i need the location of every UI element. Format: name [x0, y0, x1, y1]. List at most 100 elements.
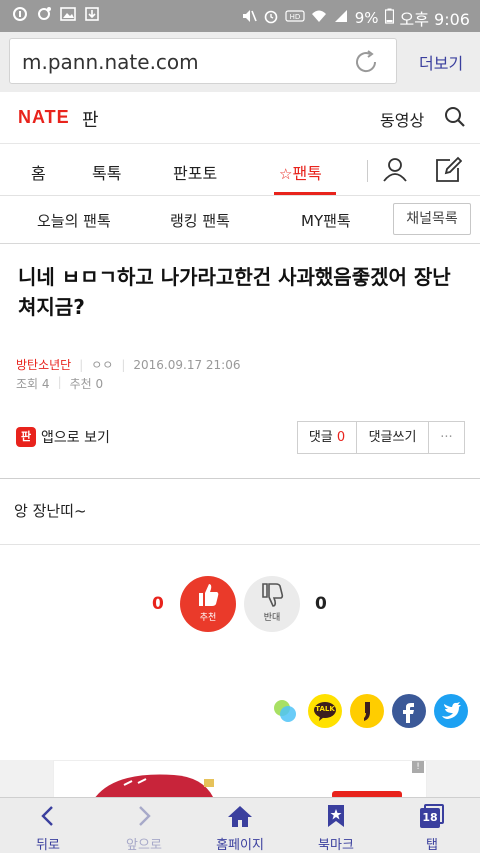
app-view-label: 앱으로 보기	[41, 430, 110, 446]
tab-pantok[interactable]: ☆팬톡	[279, 160, 322, 184]
meta-divider: |	[79, 357, 84, 372]
forward-label: 앞으로	[126, 838, 162, 853]
app-view-link[interactable]: 판 앱으로 보기	[16, 427, 110, 447]
home-icon	[228, 806, 252, 827]
post-title: 니네 ㅂㅁㄱ하고 나가라고한건 사과했음좋겠어 장난쳐지금?	[18, 265, 451, 319]
search-icon[interactable]	[444, 106, 466, 132]
upvote-button[interactable]: 추천	[180, 576, 236, 632]
sub-tabs: 오늘의 팬톡 랭킹 팬톡 MY팬톡 채널목록	[0, 196, 480, 244]
svg-text:HD: HD	[289, 13, 300, 21]
tab-divider	[367, 160, 368, 182]
tabs-button[interactable]: 18 탭	[392, 804, 472, 853]
recommend-label: 추천	[69, 377, 92, 391]
signal-icon	[333, 8, 349, 28]
write-icon[interactable]	[434, 156, 463, 188]
kakaotalk-label: TALK	[315, 705, 335, 713]
comment-button-group: 댓글 0 댓글쓰기 ···	[297, 421, 465, 454]
wifi-icon	[311, 8, 327, 28]
views-count: 4	[41, 377, 50, 391]
post-stats: 조회 4 | 추천 0	[16, 375, 103, 392]
back-icon	[41, 806, 53, 826]
back-button[interactable]: 뒤로	[8, 804, 88, 853]
thumbs-down-icon	[260, 582, 284, 612]
content-divider	[0, 544, 480, 545]
subtab-ranking-pantok[interactable]: 랭킹 팬톡	[170, 210, 230, 231]
sync-icon	[36, 6, 52, 26]
more-button[interactable]: 더보기	[419, 50, 463, 74]
site-header: NATE 판 동영상	[0, 92, 480, 144]
download-icon	[84, 6, 100, 26]
tab-panphoto[interactable]: 판포토	[173, 160, 217, 184]
meta-divider: |	[57, 375, 62, 389]
twitter-icon[interactable]	[434, 694, 468, 728]
band-icon[interactable]	[268, 694, 302, 728]
more-options-button[interactable]: ···	[429, 422, 464, 453]
ad-banner[interactable]: !	[53, 760, 427, 798]
views-label: 조회	[16, 377, 39, 391]
nate-logo[interactable]: NATE	[18, 107, 70, 128]
post-meta: 방탄소년단 | ㅇㅇ | 2016.09.17 21:06	[16, 356, 241, 373]
url-text[interactable]: m.pann.nate.com	[22, 50, 199, 74]
browser-bottom-nav: 뒤로 앞으로 홈페이지 북마크 18 탭	[0, 797, 480, 853]
facebook-icon[interactable]	[392, 694, 426, 728]
author-name: ㅇㅇ	[91, 358, 114, 372]
status-bar: HD 9% 오후 9:06	[0, 0, 480, 32]
gallery-icon	[60, 6, 76, 26]
write-comment-button[interactable]: 댓글쓰기	[357, 422, 429, 453]
downvote-count: 0	[315, 594, 327, 614]
battery-icon	[384, 8, 394, 28]
tabs-icon: 18	[420, 804, 444, 828]
bookmark-button[interactable]: 북마크	[296, 804, 376, 853]
tab-pantok-label: 팬톡	[292, 164, 322, 183]
mute-icon	[241, 8, 257, 28]
comments-label: 댓글	[308, 430, 333, 445]
star-icon: ☆	[279, 165, 293, 183]
author-tag[interactable]: 방탄소년단	[16, 356, 71, 373]
recommend-stat: 추천 0	[70, 375, 104, 392]
homepage-button[interactable]: 홈페이지	[200, 804, 280, 853]
meta-divider: |	[121, 357, 126, 372]
subtab-my-pantok[interactable]: MY팬톡	[301, 210, 351, 231]
browser-toolbar: m.pann.nate.com 더보기	[0, 32, 480, 92]
forward-icon	[139, 806, 151, 826]
post-body: 앙 장난띠~	[14, 502, 87, 520]
tab-toktok[interactable]: 톡톡	[92, 160, 121, 184]
bookmark-label: 북마크	[318, 838, 354, 853]
ad-info-icon[interactable]: !	[412, 761, 424, 773]
subtab-today-pantok[interactable]: 오늘의 팬톡	[37, 210, 111, 231]
user-icon[interactable]	[382, 156, 408, 186]
kakaostory-icon[interactable]	[350, 694, 384, 728]
pann-app-icon: 판	[16, 427, 36, 447]
upvote-label: 추천	[199, 613, 217, 623]
video-link[interactable]: 동영상	[380, 107, 424, 131]
back-label: 뒤로	[36, 838, 60, 853]
downvote-button[interactable]: 반대	[244, 576, 300, 632]
content-divider	[0, 478, 480, 479]
ad-image	[95, 774, 402, 797]
homepage-label: 홈페이지	[216, 838, 264, 853]
recommend-count: 0	[95, 377, 104, 391]
service-name[interactable]: 판	[82, 106, 99, 132]
tabs-label: 탭	[426, 838, 438, 853]
alarm-icon	[263, 8, 279, 28]
notification-icon	[12, 6, 28, 26]
tab-home[interactable]: 홈	[31, 160, 46, 184]
views-stat: 조회 4	[16, 375, 50, 392]
reload-icon[interactable]	[352, 48, 380, 80]
tab-count-badge: 18	[420, 808, 440, 828]
kakaotalk-icon[interactable]: TALK	[308, 694, 342, 728]
clock: 오후 9:06	[399, 10, 470, 29]
downvote-label: 반대	[263, 613, 281, 623]
main-tabs: 홈 톡톡 판포토 ☆팬톡	[0, 144, 480, 196]
bookmark-icon	[328, 805, 344, 827]
forward-button[interactable]: 앞으로	[104, 804, 184, 853]
comments-button[interactable]: 댓글 0	[298, 422, 357, 453]
active-tab-indicator	[274, 192, 336, 195]
upvote-count: 0	[152, 594, 164, 614]
channel-list-button[interactable]: 채널목록	[393, 203, 471, 235]
hd-icon: HD	[285, 8, 305, 28]
thumbs-up-icon	[196, 582, 220, 612]
comments-count: 0	[336, 430, 346, 445]
battery-level: 9%	[354, 9, 379, 27]
address-bar[interactable]: m.pann.nate.com	[9, 38, 397, 84]
